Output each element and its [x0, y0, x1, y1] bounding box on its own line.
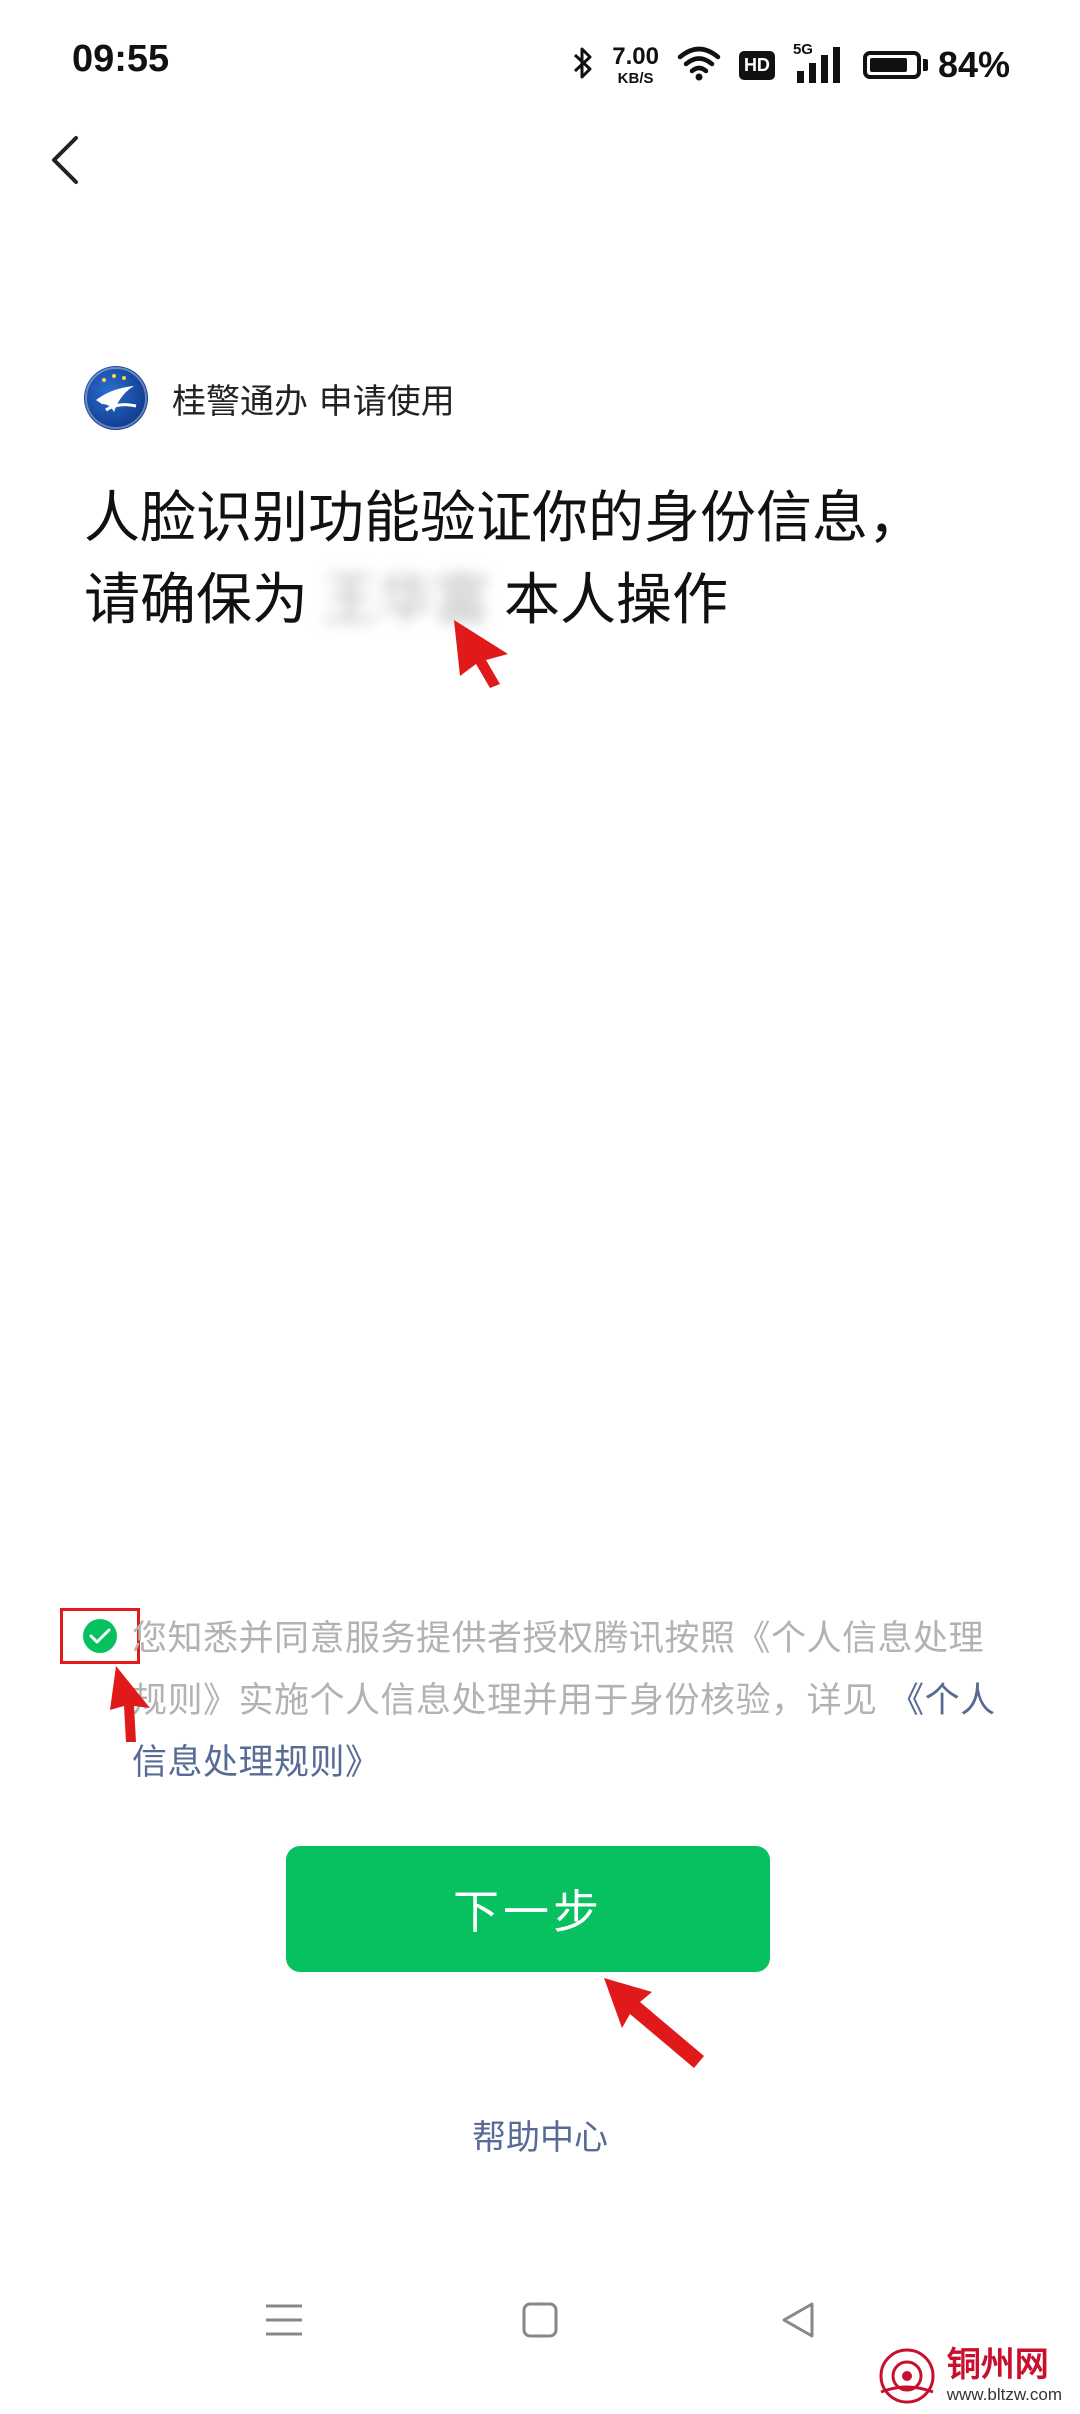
battery-icon [862, 51, 921, 79]
battery-fill [869, 58, 907, 72]
back-button[interactable] [30, 120, 100, 200]
next-step-label: 下一步 [453, 1885, 603, 1939]
watermark-url: www.bltzw.com [946, 2384, 1062, 2404]
watermark-logo [879, 2348, 935, 2404]
battery-percent: 84% [937, 44, 1010, 85]
check-icon [83, 1619, 117, 1653]
wifi-icon [677, 45, 721, 85]
status-time: 09:55 [72, 38, 170, 80]
watermark-title: 铜州网 [946, 2345, 1049, 2386]
headline-prefix: 请确保为 [84, 568, 308, 633]
app-name: 桂警通办 申请使用 [172, 381, 455, 422]
hd-icon: HD [738, 50, 775, 80]
network-speed-value: 7.00 [612, 42, 659, 70]
next-step-button[interactable]: 下一步 [286, 1846, 770, 1972]
battery-tip [922, 59, 928, 71]
consent-checkbox[interactable] [60, 1608, 140, 1664]
network-speed: 7.00 KB/S [612, 42, 659, 87]
help-center-link[interactable]: 帮助中心 [0, 2110, 1080, 2159]
menu-icon [266, 2304, 302, 2336]
annotation-arrow-next [604, 1978, 704, 2068]
headline-line-1: 人脸识别功能验证你的身份信息， [84, 486, 924, 551]
menu-button[interactable] [244, 2280, 324, 2360]
consent-text: 您知悉并同意服务提供者授权腾讯按照《个人信息处理规则》实施个人信息处理并用于身份… [132, 1608, 1012, 1794]
face-verification-screen: 09:55 7.00 KB/S HD 5G 84% 桂警通办 申请使用 人脸识别… [0, 0, 1080, 2414]
home-square-icon [522, 2302, 558, 2338]
headline-suffix: 本人操作 [504, 568, 728, 633]
masked-user-name: 王华富 [322, 568, 490, 633]
watermark-text: 铜州网 www.bltzw.com [946, 2345, 1062, 2404]
bluetooth-icon [572, 45, 594, 85]
verification-headline: 人脸识别功能验证你的身份信息， 请确保为 王华富 本人操作 [84, 478, 1004, 642]
back-triangle-icon [782, 2302, 814, 2338]
home-button[interactable] [500, 2280, 580, 2360]
chevron-left-icon [52, 136, 78, 184]
system-back-button[interactable] [758, 2280, 838, 2360]
status-bar: 09:55 7.00 KB/S HD 5G 84% [0, 0, 1080, 130]
headline-line-2: 请确保为 王华富 本人操作 [84, 560, 1004, 642]
app-request-row: 桂警通办 申请使用 [84, 366, 455, 430]
network-speed-unit: KB/S [617, 69, 654, 87]
site-watermark: 铜州网 www.bltzw.com [877, 2346, 1062, 2406]
battery-indicator: 84% [862, 44, 1010, 86]
police-app-logo [84, 366, 148, 430]
consent-body: 您知悉并同意服务提供者授权腾讯按照《个人信息处理规则》实施个人信息处理并用于身份… [132, 1619, 985, 1721]
signal-5g-icon: 5G [793, 41, 845, 85]
status-icons: 7.00 KB/S HD 5G 84% [572, 40, 1010, 90]
